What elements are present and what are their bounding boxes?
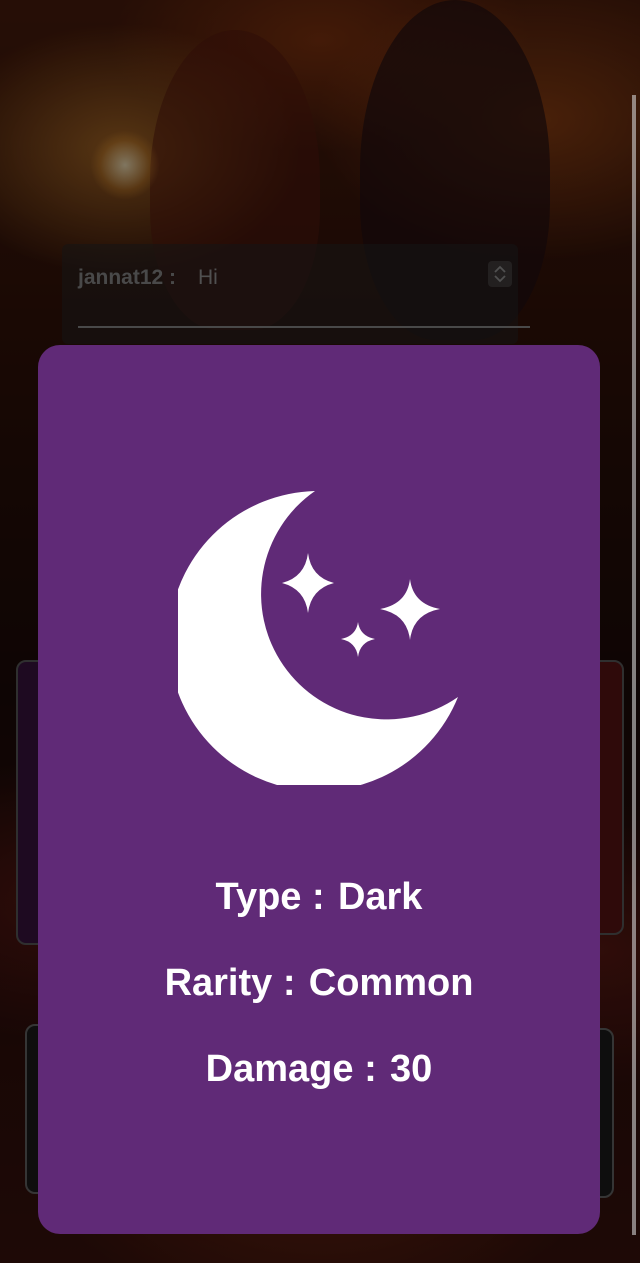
stat-damage-label: Damage : [205,1048,377,1090]
card-stats: Type : Dark Rarity : Common Damage : 30 [38,875,600,1133]
card-detail-popup[interactable]: Type : Dark Rarity : Common Damage : 30 [38,345,600,1234]
stat-type-label: Type : [215,876,325,918]
stat-type-value: Dark [337,876,423,918]
stat-rarity-value: Common [308,962,474,1004]
stat-rarity-label: Rarity : [164,962,296,1004]
stat-damage: Damage : 30 [38,1047,600,1133]
stat-rarity: Rarity : Common [38,961,600,1047]
stat-damage-value: 30 [390,1048,433,1090]
game-screen: jannat12 : Hi Type : Dark Rarity : Commo… [0,0,640,1263]
scrollbar-track[interactable] [632,95,636,1235]
stat-type: Type : Dark [38,875,600,961]
crescent-moon-with-stars-icon [178,491,458,785]
